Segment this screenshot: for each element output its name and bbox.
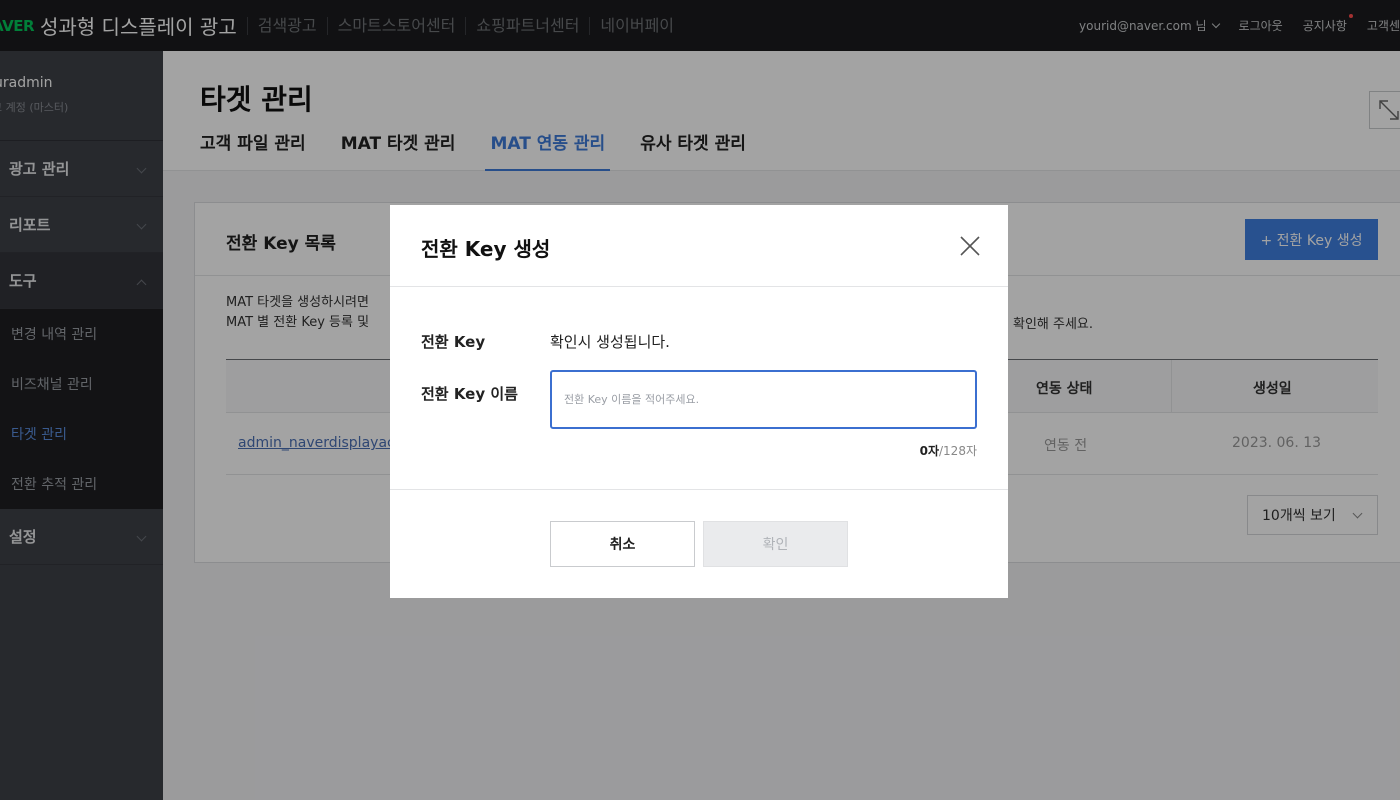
key-name-label: 전환 Key 이름 [421, 385, 518, 403]
dialog-body: 전환 Key 확인시 생성됩니다. 전환 Key 이름 0자/128자 [390, 287, 1008, 490]
close-icon [960, 236, 980, 256]
close-button[interactable] [959, 235, 981, 257]
key-name-input[interactable] [550, 370, 977, 429]
key-label: 전환 Key [421, 333, 486, 351]
dialog-footer: 취소 확인 [390, 490, 1008, 597]
key-value: 확인시 생성됩니다. [550, 333, 670, 351]
char-count-current: 0자 [919, 444, 939, 458]
create-key-dialog: 전환 Key 생성 전환 Key 확인시 생성됩니다. 전환 Key 이름 0자… [390, 205, 1008, 598]
dialog-title: 전환 Key 생성 [421, 237, 551, 261]
confirm-button[interactable]: 확인 [703, 521, 848, 567]
dialog-header: 전환 Key 생성 [390, 205, 1008, 287]
char-counter: 0자/128자 [920, 442, 977, 459]
cancel-button[interactable]: 취소 [550, 521, 695, 567]
char-count-max: /128자 [939, 444, 977, 458]
